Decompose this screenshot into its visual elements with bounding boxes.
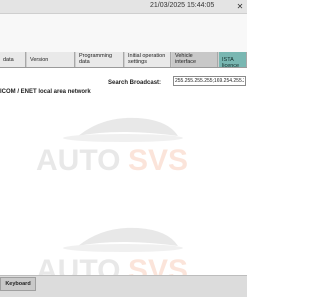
tab-vehicle-interface[interactable]: Vehicle interface bbox=[172, 52, 218, 67]
tab-data[interactable]: data bbox=[0, 52, 26, 67]
title-bar: 21/03/2025 15:44:05 ✕ bbox=[0, 0, 247, 14]
car-silhouette-icon bbox=[78, 227, 178, 246]
search-broadcast-input[interactable] bbox=[173, 76, 246, 86]
tab-initial-operation-settings[interactable]: Initial operation settings bbox=[125, 52, 171, 67]
tab-label: data bbox=[3, 57, 14, 63]
tab-label: Version bbox=[30, 57, 49, 63]
tab-programming-data[interactable]: Programming data bbox=[76, 52, 124, 67]
tab-bar: data Version Programming data Initial op… bbox=[0, 52, 247, 68]
toolbar-area bbox=[0, 14, 247, 52]
watermark-text-left: AUTO bbox=[36, 144, 120, 177]
watermark-text-right: SVS bbox=[128, 144, 188, 177]
tab-ista-licence[interactable]: ISTA licence bbox=[219, 52, 247, 67]
tab-label: ISTA licence bbox=[222, 57, 240, 67]
car-shadow-icon bbox=[63, 134, 183, 142]
car-shadow-icon bbox=[63, 244, 183, 252]
search-broadcast-label: Search Broadcast: bbox=[108, 80, 162, 86]
watermark-logo: AUTO SVS bbox=[36, 117, 188, 177]
keyboard-button-label: Keyboard bbox=[5, 281, 31, 287]
section-title: ICOM / ENET local area network bbox=[0, 89, 91, 95]
car-silhouette-icon bbox=[78, 117, 178, 136]
tab-version[interactable]: Version bbox=[27, 52, 75, 67]
tab-label: Vehicle interface bbox=[175, 53, 197, 65]
close-icon[interactable]: ✕ bbox=[235, 2, 245, 11]
tab-label: Initial operation settings bbox=[128, 53, 166, 65]
keyboard-button[interactable]: Keyboard bbox=[0, 277, 36, 291]
tab-label: Programming data bbox=[79, 53, 113, 65]
status-bar bbox=[0, 275, 247, 297]
datetime-display: 21/03/2025 15:44:05 bbox=[150, 2, 215, 9]
